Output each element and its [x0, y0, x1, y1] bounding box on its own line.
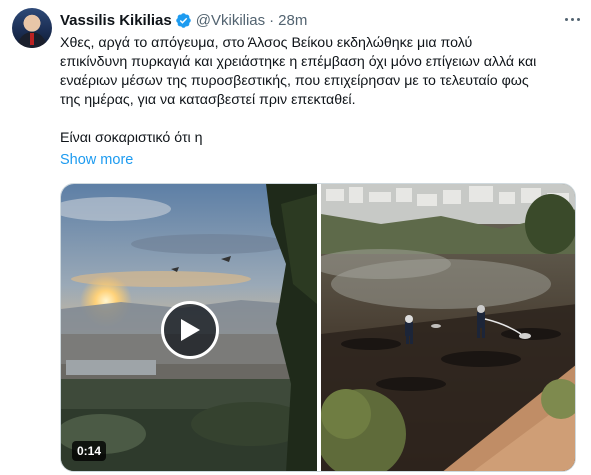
avatar-tie — [30, 33, 34, 45]
play-icon — [181, 319, 200, 341]
video-duration-badge: 0:14 — [72, 441, 107, 461]
more-options-icon[interactable] — [561, 8, 583, 30]
author-handle[interactable]: @Vkikilias — [196, 12, 265, 29]
author-avatar[interactable] — [12, 8, 52, 48]
burned-hillside-image — [321, 184, 575, 471]
tweet-timestamp[interactable]: 28m — [278, 12, 307, 29]
video-thumbnail[interactable]: 0:14 — [61, 184, 317, 471]
tweet-header: Vassilis Kikilias @Vkikilias · 28m — [60, 10, 579, 30]
tweet-text: Χθες, αργά το απόγευμα, στο Άλσος Βείκου… — [60, 35, 537, 146]
separator-dot: · — [269, 11, 275, 29]
more-dot — [564, 17, 568, 21]
play-button[interactable] — [161, 301, 219, 359]
firefighter-figure — [405, 315, 413, 344]
author-name[interactable]: Vassilis Kikilias — [60, 12, 172, 29]
verified-badge-icon — [175, 12, 191, 28]
show-more-link[interactable]: Show more — [60, 152, 133, 168]
more-dot — [576, 17, 580, 21]
tweet-media: 0:14 — [60, 183, 576, 472]
more-dot — [570, 17, 574, 21]
photo-thumbnail[interactable] — [321, 184, 575, 471]
